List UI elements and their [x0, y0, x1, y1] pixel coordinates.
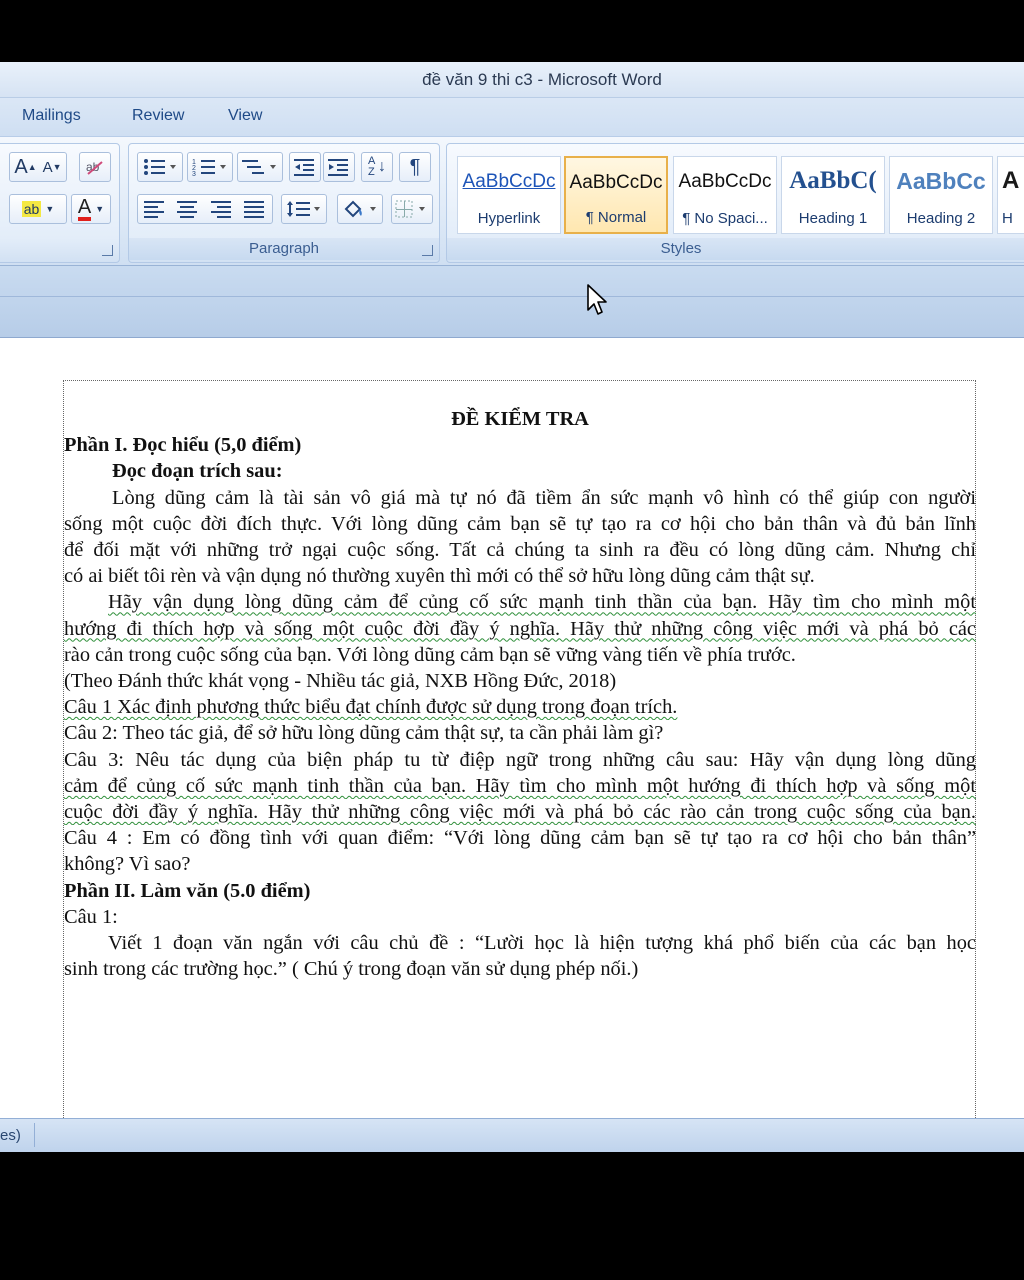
tab-view[interactable]: View [228, 107, 262, 125]
mouse-pointer-icon [587, 284, 607, 315]
increase-indent-button[interactable] [323, 152, 355, 182]
doc-subheading: Đọc đoạn trích sau: [112, 460, 283, 483]
line-spacing-icon [287, 201, 320, 217]
ribbon: A ▲ A ▼ ab ab ▼ A ▼ 1 2 3 AZ ↓ ¶ Paragra… [0, 136, 1024, 266]
style-sample: AaBbCc [896, 168, 986, 194]
borders-button[interactable] [391, 194, 433, 224]
paragraph-group-label: Paragraph [129, 238, 439, 260]
shading-button[interactable] [337, 194, 383, 224]
doc-line: Câu 1: [64, 905, 118, 928]
status-separator [34, 1123, 35, 1147]
doc-line: rào cản trong cuộc sống của bạn. Với lòn… [64, 643, 796, 666]
doc-line: sinh trong các trường học.” ( Chú ý tron… [64, 958, 639, 981]
change-case-button[interactable]: ab [79, 152, 111, 182]
style-name: Hyperlink [477, 210, 541, 227]
numbering-icon: 1 2 3 [192, 159, 226, 177]
align-center-icon[interactable] [177, 200, 199, 218]
doc-line: không? Vì sao? [64, 853, 191, 876]
alignment-buttons [137, 194, 273, 224]
style-name: Heading 1 [798, 210, 868, 227]
style-heading-1[interactable]: AaBbC( Heading 1 [781, 156, 885, 234]
styles-group: AaBbCcDc Hyperlink AaBbCcDc ¶ Normal AaB… [446, 143, 1024, 263]
decrease-indent-icon [294, 159, 314, 176]
show-formatting-button[interactable]: ¶ [399, 152, 431, 182]
pilcrow-icon: ¶ [409, 155, 421, 178]
style-name: H [1002, 210, 1013, 227]
document-area[interactable]: ĐỀ KIỂM TRA Phần I. Đọc hiểu (5,0 điểm) … [0, 338, 1024, 1120]
doc-line: Câu 1 Xác định phương thức biểu đạt chín… [64, 696, 678, 719]
align-right-icon[interactable] [210, 200, 233, 218]
bullets-button[interactable] [137, 152, 183, 182]
style-name: Heading 2 [906, 210, 976, 227]
grow-shrink-font-button[interactable]: A ▲ A ▼ [9, 152, 67, 182]
word-window: đề văn 9 thi c3 - Microsoft Word Mailing… [0, 62, 1024, 1152]
style-sample: AaBbCcDc [569, 172, 663, 193]
section-heading: Phần II. Làm văn (5.0 điểm) [64, 879, 311, 902]
ruler-divider [0, 296, 1024, 297]
style-normal[interactable]: AaBbCcDc ¶ Normal [564, 156, 668, 234]
doc-line: Câu 2: Theo tác giả, để sở hữu lòng dũng… [64, 722, 664, 745]
doc-line: Hãy vận dụng lòng dũng cảm để củng cố sứ… [108, 591, 976, 614]
doc-title: ĐỀ KIỂM TRA [451, 408, 589, 430]
justify-icon[interactable] [244, 200, 266, 218]
tab-mailings[interactable]: Mailings [22, 107, 81, 125]
sort-icon: AZ [368, 155, 376, 178]
doc-line: để đối mặt với những trở ngại cuộc sống.… [64, 539, 976, 562]
style-no-spacing[interactable]: AaBbCcDc ¶ No Spaci... [673, 156, 777, 234]
title-bar: đề văn 9 thi c3 - Microsoft Word [0, 62, 1024, 98]
doc-line: cuộc đời đầy ý nghĩa. Hãy thử những công… [64, 801, 976, 824]
tab-review[interactable]: Review [132, 107, 184, 125]
doc-line: Lòng dũng cảm là tài sản vô giá mà tự nó… [112, 486, 976, 509]
multilevel-list-button[interactable] [237, 152, 283, 182]
doc-line: hướng đi thích hợp và sống một cuộc đời … [64, 617, 976, 640]
style-hyperlink[interactable]: AaBbCcDc Hyperlink [457, 156, 561, 234]
doc-line: Viết 1 đoạn văn ngắn với câu chủ đề : “L… [108, 932, 976, 955]
doc-line: cảm để củng cố sức mạnh tinh thần của bạ… [64, 774, 976, 797]
increase-indent-icon [328, 159, 348, 176]
style-sample: A [1002, 167, 1020, 194]
sort-button[interactable]: AZ ↓ [361, 152, 393, 182]
doc-line: Câu 4 : Em có đồng tình với quan điểm: “… [64, 827, 976, 850]
bullets-icon [144, 159, 176, 175]
font-group: A ▲ A ▼ ab ab ▼ A ▼ [0, 143, 120, 263]
style-sample: AaBbC( [789, 167, 877, 194]
paint-bucket-icon [344, 200, 376, 218]
grow-font-icon: A [14, 155, 28, 178]
doc-line: Câu 3: Nêu tác dụng của biện pháp tu từ … [64, 748, 976, 771]
align-left-icon[interactable] [143, 200, 166, 218]
paragraph-dialog-launcher[interactable] [422, 245, 433, 256]
status-text: es) [0, 1127, 21, 1144]
paragraph-group: 1 2 3 AZ ↓ ¶ Paragraph [128, 143, 440, 263]
style-heading-2[interactable]: AaBbCc Heading 2 [889, 156, 993, 234]
section-heading: Phần I. Đọc hiểu (5,0 điểm) [64, 434, 302, 457]
highlight-icon: ab [21, 201, 42, 217]
style-sample: AaBbCcDc [462, 171, 556, 192]
style-title[interactable]: A H [997, 156, 1024, 234]
style-sample: AaBbCcDc [678, 171, 772, 192]
document-text[interactable]: ĐỀ KIỂM TRA Phần I. Đọc hiểu (5,0 điểm) … [64, 406, 976, 982]
font-dialog-launcher[interactable] [102, 245, 113, 256]
decrease-indent-button[interactable] [289, 152, 321, 182]
styles-group-label: Styles [447, 238, 1024, 260]
ribbon-tabs: Mailings Review View [0, 98, 1024, 136]
borders-icon [395, 200, 425, 218]
numbering-button[interactable]: 1 2 3 [187, 152, 233, 182]
ruler-area [0, 266, 1024, 338]
clear-format-icon: ab [86, 160, 103, 175]
highlight-button[interactable]: ab ▼ [9, 194, 67, 224]
doc-line: có ai biết tôi rèn và vận dụng nó thường… [64, 565, 815, 588]
shrink-font-icon: A [42, 158, 53, 176]
doc-line: sống một cuộc đời đích thực. Với lòng dũ… [64, 512, 976, 535]
multilevel-list-icon [242, 160, 276, 174]
font-color-button[interactable]: A ▼ [71, 194, 111, 224]
style-name: ¶ No Spaci... [682, 210, 768, 227]
status-bar: es) [0, 1118, 1024, 1152]
window-title: đề văn 9 thi c3 - Microsoft Word [422, 69, 662, 89]
line-spacing-button[interactable] [281, 194, 327, 224]
svg-text:3: 3 [192, 171, 196, 177]
font-color-icon: A [77, 197, 92, 221]
style-name: ¶ Normal [585, 209, 647, 226]
doc-line: (Theo Đánh thức khát vọng - Nhiều tác gi… [64, 670, 617, 693]
